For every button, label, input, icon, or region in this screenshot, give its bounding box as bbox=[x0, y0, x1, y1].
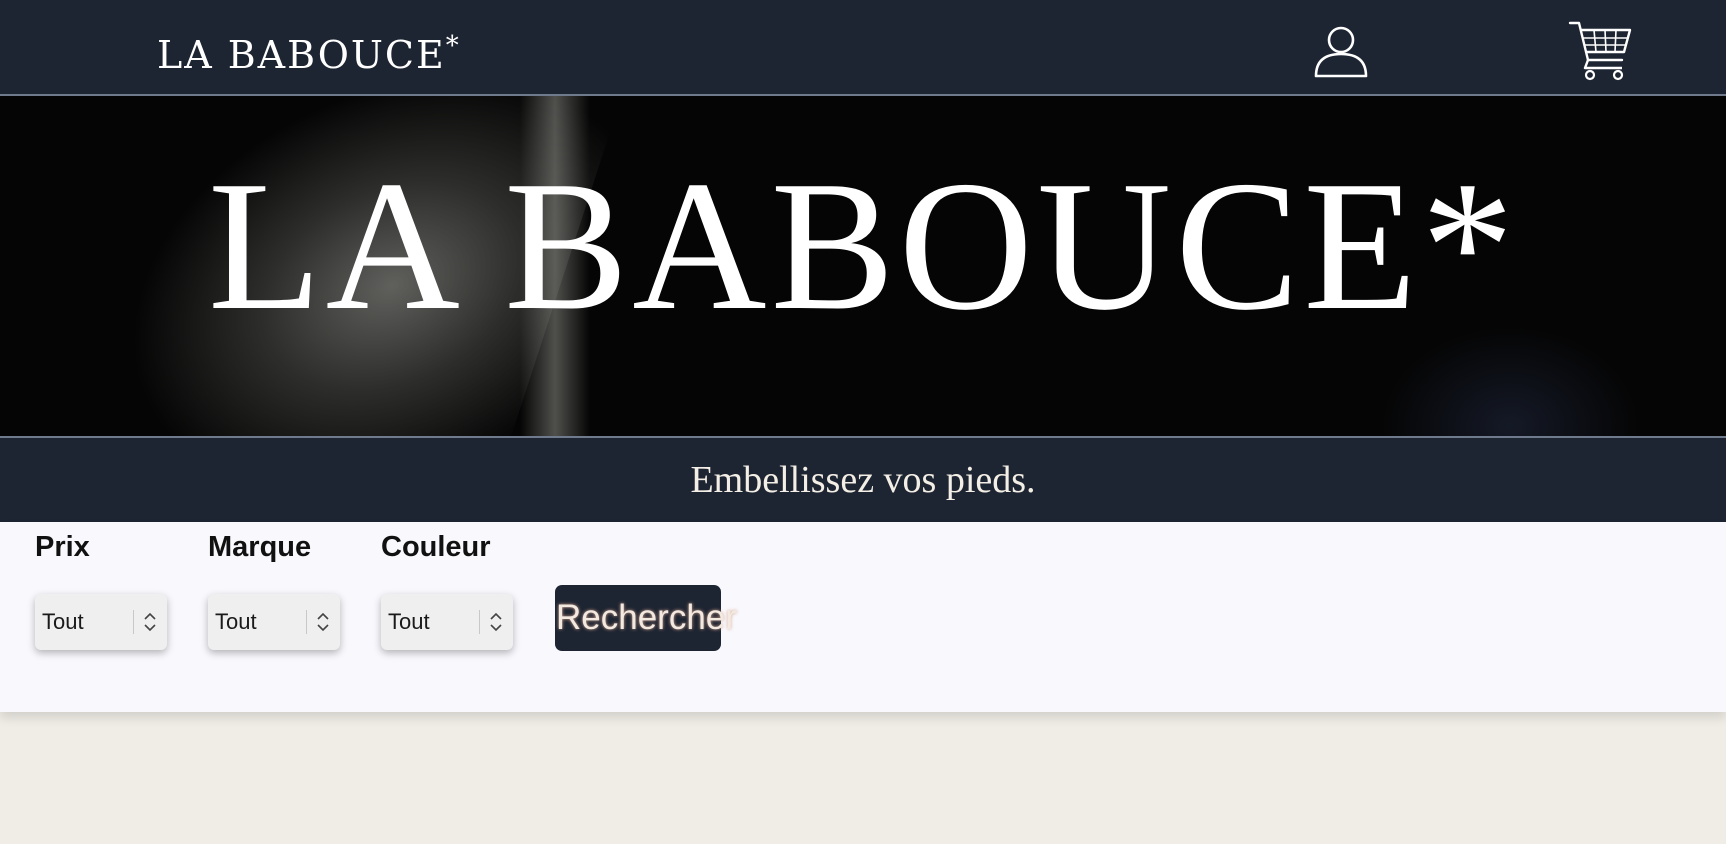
chevron-up-down-icon bbox=[317, 612, 329, 632]
select-divider bbox=[479, 610, 480, 634]
tagline-bar: Embellissez vos pieds. bbox=[0, 436, 1726, 522]
tagline-text: Embellissez vos pieds. bbox=[690, 459, 1036, 501]
brand-select-value: Tout bbox=[215, 609, 257, 634]
cart-button[interactable] bbox=[1568, 18, 1632, 82]
search-button[interactable]: Rechercher bbox=[555, 585, 737, 651]
top-navbar: LA BABOUCE* bbox=[0, 0, 1726, 96]
hero-title: LA BABOUCE* bbox=[208, 143, 1518, 349]
price-select-value: Tout bbox=[42, 609, 84, 634]
select-divider bbox=[133, 610, 134, 634]
brand-filter-label: Marque bbox=[208, 531, 312, 563]
chevron-up-down-icon bbox=[144, 612, 156, 632]
filter-panel: Prix Marque Couleur Tout Tout Tout Reche… bbox=[0, 522, 1726, 712]
select-divider bbox=[306, 610, 307, 634]
brand-asterisk: * bbox=[445, 31, 461, 61]
hero-banner: LA BABOUCE* bbox=[0, 96, 1726, 436]
brand-logo[interactable]: LA BABOUCE* bbox=[157, 22, 461, 79]
color-select[interactable]: Tout bbox=[381, 594, 513, 650]
price-filter-label: Prix bbox=[35, 531, 90, 563]
chevron-up-down-icon bbox=[490, 612, 502, 632]
cart-icon bbox=[1568, 21, 1632, 81]
color-filter-label: Couleur bbox=[381, 531, 491, 563]
search-button-label: Rechercher bbox=[556, 598, 737, 637]
account-button[interactable] bbox=[1312, 22, 1370, 80]
brand-select[interactable]: Tout bbox=[208, 594, 340, 650]
color-select-value: Tout bbox=[388, 609, 430, 634]
price-select[interactable]: Tout bbox=[35, 594, 167, 650]
user-icon bbox=[1314, 26, 1368, 78]
brand-name: LA BABOUCE bbox=[157, 33, 446, 77]
